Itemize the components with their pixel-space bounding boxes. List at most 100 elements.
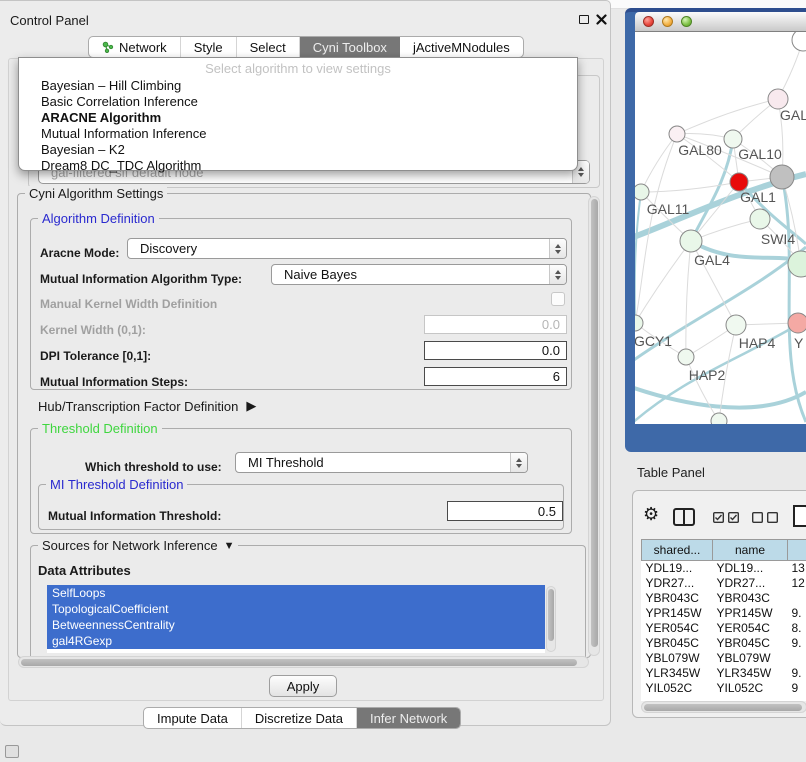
data-attribute-item[interactable]: BetweennessCentrality bbox=[47, 617, 545, 633]
data-attribute-item[interactable]: SelfLoops bbox=[47, 585, 545, 601]
table-panel: ⚙ shared... name YDL19...YDL19...13YDR27… bbox=[632, 490, 806, 718]
bottom-tabs: Impute Data Discretize Data Infer Networ… bbox=[143, 707, 461, 729]
float-window-icon[interactable] bbox=[579, 15, 589, 24]
data-attributes-list[interactable]: SelfLoopsTopologicalCoefficientBetweenne… bbox=[47, 585, 545, 653]
tab-select-label: Select bbox=[250, 40, 286, 55]
table-row[interactable]: YDR27...YDR27...12 bbox=[642, 576, 806, 591]
network-node-label: Y bbox=[794, 335, 804, 351]
mi-steps-field[interactable]: 6 bbox=[424, 367, 567, 386]
network-window-titlebar[interactable] bbox=[635, 12, 806, 32]
algorithm-option[interactable]: Bayesian – K2 bbox=[35, 142, 577, 158]
tab-cyni-toolbox[interactable]: Cyni Toolbox bbox=[300, 37, 400, 57]
tab-style[interactable]: Style bbox=[181, 37, 237, 57]
sources-title-row[interactable]: Sources for Network Inference ▼ bbox=[38, 538, 238, 553]
network-node[interactable] bbox=[680, 230, 702, 252]
table-row[interactable]: YDL19...YDL19...13 bbox=[642, 561, 806, 576]
tab-jactivemnodules[interactable]: jActiveMNodules bbox=[400, 37, 523, 57]
network-node-label: SWI4 bbox=[761, 231, 795, 247]
table-cell: YLR345W bbox=[642, 666, 713, 681]
tab-impute-data[interactable]: Impute Data bbox=[144, 708, 242, 728]
tab-discretize-data[interactable]: Discretize Data bbox=[242, 708, 357, 728]
network-node-label: GAL4 bbox=[694, 252, 730, 268]
settings-vscrollbar-thumb[interactable] bbox=[591, 199, 598, 647]
table-row[interactable]: YPR145WYPR145W9. bbox=[642, 606, 806, 621]
manual-kernel-label: Manual Kernel Width Definition bbox=[40, 297, 217, 311]
table-row[interactable]: YIL052CYIL052C9 bbox=[642, 681, 806, 696]
table-cell: YER054C bbox=[713, 621, 788, 636]
chevron-down-icon: ▼ bbox=[224, 540, 235, 552]
node-table-container: shared... name YDL19...YDL19...13YDR27..… bbox=[641, 539, 806, 701]
network-node[interactable] bbox=[788, 313, 806, 333]
table-cell: YBL079W bbox=[642, 651, 713, 666]
algorithm-option[interactable]: Bayesian – Hill Climbing bbox=[35, 78, 577, 94]
network-node[interactable] bbox=[792, 32, 806, 51]
aracne-mode-combo[interactable]: Discovery bbox=[127, 238, 567, 259]
table-hscrollbar-thumb[interactable] bbox=[644, 704, 802, 711]
new-table-icon[interactable] bbox=[793, 505, 806, 527]
panel-grip-icon[interactable] bbox=[5, 745, 19, 758]
manual-kernel-checkbox[interactable] bbox=[551, 292, 565, 306]
network-icon bbox=[102, 41, 114, 53]
data-attribute-item[interactable]: TopologicalCoefficient bbox=[47, 601, 545, 617]
which-threshold-combo[interactable]: MI Threshold bbox=[235, 452, 528, 473]
algorithm-option[interactable]: Mutual Information Inference bbox=[35, 126, 577, 142]
zoom-traffic-light[interactable] bbox=[681, 16, 692, 27]
table-row[interactable]: YBR043CYBR043C bbox=[642, 591, 806, 606]
algorithm-option[interactable]: Basic Correlation Inference bbox=[35, 94, 577, 110]
select-all-checkboxes-icon[interactable] bbox=[713, 512, 739, 523]
table-cell bbox=[788, 651, 806, 666]
kernel-width-field[interactable]: 0.0 bbox=[424, 315, 567, 334]
network-node[interactable] bbox=[726, 315, 746, 335]
table-cell: YPR145W bbox=[713, 606, 788, 621]
deselect-all-checkboxes-icon[interactable] bbox=[752, 512, 778, 523]
table-row[interactable]: YLR345WYLR345W9. bbox=[642, 666, 806, 681]
table-cell: YBL079W bbox=[713, 651, 788, 666]
settings-hscrollbar[interactable] bbox=[18, 656, 589, 668]
network-node-label: GAL2 bbox=[780, 107, 806, 123]
table-hscrollbar[interactable] bbox=[641, 701, 806, 713]
network-node[interactable] bbox=[635, 184, 649, 200]
aracne-mode-value: Discovery bbox=[128, 241, 197, 256]
table-row[interactable]: YBL079WYBL079W bbox=[642, 651, 806, 666]
settings-vscrollbar[interactable] bbox=[588, 196, 600, 656]
column-header-shared-name[interactable]: shared... bbox=[642, 540, 713, 561]
network-node[interactable] bbox=[768, 89, 788, 109]
network-node[interactable] bbox=[750, 209, 770, 229]
split-columns-icon[interactable] bbox=[673, 508, 695, 526]
close-traffic-light[interactable] bbox=[643, 16, 654, 27]
data-attribute-item[interactable]: gal4RGexp bbox=[47, 633, 545, 649]
minimize-traffic-light[interactable] bbox=[662, 16, 673, 27]
tab-infer-network[interactable]: Infer Network bbox=[357, 708, 460, 728]
column-header-name[interactable]: name bbox=[713, 540, 788, 561]
attributes-scrollbar[interactable] bbox=[546, 586, 556, 652]
network-node[interactable] bbox=[678, 349, 694, 365]
table-cell: 9. bbox=[788, 636, 806, 651]
network-node[interactable] bbox=[770, 165, 794, 189]
control-panel-title: Control Panel bbox=[10, 13, 89, 28]
which-threshold-value: MI Threshold bbox=[236, 455, 324, 470]
algorithm-option[interactable]: Dream8 DC_TDC Algorithm bbox=[35, 158, 577, 174]
network-canvas[interactable]: GAL2GAL80GAL10GAL1GAL11SWI4GAL4GCY1HAP4Y… bbox=[635, 32, 806, 424]
apply-button[interactable]: Apply bbox=[269, 675, 337, 697]
hub-definition-toggle[interactable]: Hub/Transcription Factor Definition ▶ bbox=[38, 398, 256, 414]
column-header-partial[interactable] bbox=[788, 540, 806, 561]
tab-select[interactable]: Select bbox=[237, 37, 300, 57]
kernel-width-label: Kernel Width (0,1): bbox=[40, 323, 146, 337]
mi-threshold-field[interactable]: 0.5 bbox=[447, 501, 563, 521]
table-row[interactable]: YER054CYER054C8. bbox=[642, 621, 806, 636]
network-node[interactable] bbox=[711, 413, 727, 424]
network-node-label: GAL10 bbox=[738, 146, 782, 162]
dpi-tolerance-field[interactable]: 0.0 bbox=[424, 341, 567, 360]
network-node[interactable] bbox=[669, 126, 685, 142]
mi-threshold-title: MI Threshold Definition bbox=[46, 477, 187, 492]
settings-hscrollbar-thumb[interactable] bbox=[21, 659, 577, 666]
close-window-icon[interactable] bbox=[596, 14, 607, 25]
algorithm-option[interactable]: ARACNE Algorithm bbox=[35, 110, 577, 126]
table-cell: 12 bbox=[788, 576, 806, 591]
table-cell: YLR345W bbox=[713, 666, 788, 681]
tab-network[interactable]: Network bbox=[89, 37, 181, 57]
mi-type-combo[interactable]: Naive Bayes bbox=[271, 264, 567, 285]
gear-icon[interactable]: ⚙ bbox=[643, 505, 659, 523]
attributes-scrollbar-thumb[interactable] bbox=[548, 589, 554, 641]
table-row[interactable]: YBR045CYBR045C9. bbox=[642, 636, 806, 651]
